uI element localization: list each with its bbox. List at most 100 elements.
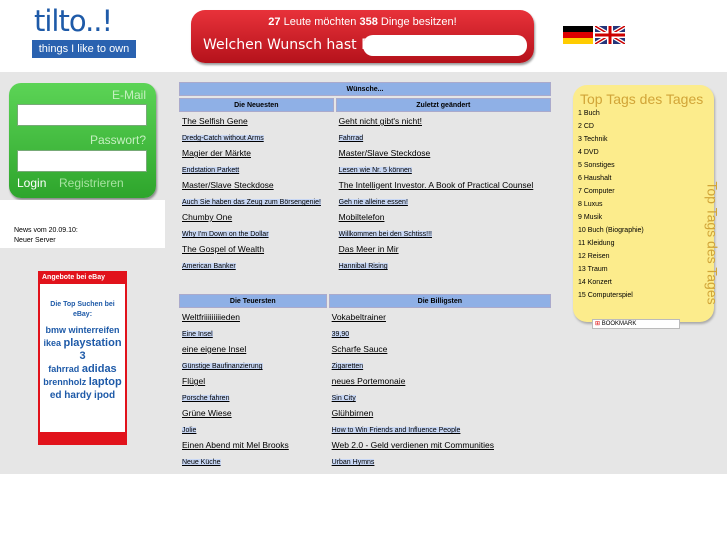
wish-link[interactable]: Why I'm Down on the Dollar bbox=[182, 231, 269, 238]
wish-link[interactable]: Hannibal Rising bbox=[338, 263, 388, 270]
wish-link[interactable]: Neue Küche bbox=[182, 459, 221, 466]
wish-link[interactable]: Geht nicht gibt's nicht! bbox=[339, 116, 422, 126]
table-row: The Selfish Gene Geht nicht gibt's nicht! bbox=[179, 114, 551, 128]
login-button[interactable]: Login bbox=[17, 176, 46, 190]
wish-link[interactable]: Sin City bbox=[331, 395, 356, 402]
ebay-link[interactable]: laptop bbox=[89, 376, 122, 388]
tag-item: 7 Computer bbox=[578, 185, 644, 198]
wish-link[interactable]: Auch Sie haben das Zeug zum Börsengenie! bbox=[182, 199, 321, 206]
wish-link[interactable]: Mobiltelefon bbox=[339, 212, 385, 222]
ebay-box: Angebote bei eBay Die Top Suchen bei eBa… bbox=[38, 271, 127, 445]
wish-link[interactable]: How to Win Friends and Influence People bbox=[331, 427, 461, 434]
wish-link[interactable]: Fahrrad bbox=[338, 135, 364, 142]
wish-link[interactable]: eine eigene Insel bbox=[182, 344, 246, 354]
wish-link[interactable]: Eine Insel bbox=[182, 331, 213, 338]
ebay-link[interactable]: winterreifen bbox=[69, 325, 120, 335]
wish-link[interactable]: Vokabeltrainer bbox=[332, 312, 386, 322]
ebay-link[interactable]: adidas bbox=[82, 363, 117, 375]
table-cell: neues Portemonaie bbox=[329, 374, 551, 388]
tag-link[interactable]: Haushalt bbox=[584, 175, 612, 182]
tag-link[interactable]: DVD bbox=[584, 149, 599, 156]
wish-link[interactable]: Urban Hymns bbox=[331, 459, 375, 466]
wish-link[interactable]: Günstige Baufinanzierung bbox=[182, 363, 263, 370]
tag-link[interactable]: Kleidung bbox=[587, 240, 614, 247]
ebay-link[interactable]: brennholz bbox=[43, 377, 86, 387]
table-cell: Web 2.0 - Geld verdienen mit Communities bbox=[329, 438, 551, 452]
wish-link[interactable]: Zigaretten bbox=[331, 363, 364, 370]
table-row: Eine Insel 39,90 bbox=[179, 326, 551, 340]
ebay-inner: Die Top Suchen bei eBay: bmw winterreife… bbox=[40, 284, 125, 432]
wish-link[interactable]: Jolie bbox=[182, 427, 197, 434]
wish-link[interactable]: Flügel bbox=[182, 376, 205, 386]
wish-link[interactable]: Chumby One bbox=[182, 212, 232, 222]
wish-link[interactable]: American Banker bbox=[182, 263, 236, 270]
table-cell: Weltfriiiiiiiiieden bbox=[179, 310, 327, 324]
tag-link[interactable]: Luxus bbox=[584, 201, 603, 208]
tag-link[interactable]: Konzert bbox=[588, 279, 612, 286]
tag-link[interactable]: Buch bbox=[584, 110, 600, 117]
tag-link[interactable]: CD bbox=[584, 123, 594, 130]
col-expensive: Die Teuersten bbox=[179, 294, 327, 308]
tag-link[interactable]: Sonstiges bbox=[584, 162, 615, 169]
bookmark-button[interactable]: ⊞ BOOKMARK bbox=[592, 319, 680, 329]
wish-link[interactable]: Grüne Wiese bbox=[182, 408, 232, 418]
wish-link[interactable]: Master/Slave Steckdose bbox=[182, 180, 274, 190]
wish-link[interactable]: The Selfish Gene bbox=[182, 116, 248, 126]
table-row: Why I'm Down on the Dollar Willkommen bei… bbox=[179, 226, 551, 240]
ebay-link[interactable]: ikea bbox=[43, 338, 61, 348]
ebay-link[interactable]: playstation 3 bbox=[63, 337, 121, 362]
wish-link[interactable]: The Gospel of Wealth bbox=[182, 244, 264, 254]
wish-link[interactable]: Master/Slave Steckdose bbox=[339, 148, 431, 158]
wish-link[interactable]: The Intelligent Investor. A Book of Prac… bbox=[339, 180, 534, 190]
tag-link[interactable]: Buch (Biographie) bbox=[588, 227, 644, 234]
table-cell: Dredg-Catch without Arms bbox=[179, 130, 334, 144]
wish-link[interactable]: 39,90 bbox=[331, 331, 350, 338]
british-flag-icon[interactable] bbox=[595, 26, 625, 44]
wish-link[interactable]: Web 2.0 - Geld verdienen mit Communities bbox=[332, 440, 494, 450]
wish-link[interactable]: neues Portemonaie bbox=[332, 376, 406, 386]
tag-link[interactable]: Technik bbox=[584, 136, 608, 143]
col-cheap: Die Billigsten bbox=[328, 294, 551, 308]
table-cell: Porsche fahren bbox=[179, 390, 327, 404]
email-label: E-Mail bbox=[111, 88, 146, 102]
login-box: E-Mail Passwort? Login Registrieren bbox=[9, 83, 156, 198]
table-cell: Willkommen bei den Schtiss!!! bbox=[336, 226, 551, 240]
ebay-link[interactable]: fahrrad bbox=[48, 364, 79, 374]
tag-link[interactable]: Computer bbox=[584, 188, 615, 195]
wish-link[interactable]: Porsche fahren bbox=[182, 395, 230, 402]
tag-link[interactable]: Musik bbox=[584, 214, 602, 221]
email-field[interactable] bbox=[17, 104, 147, 126]
tag-link[interactable]: Traum bbox=[588, 266, 608, 273]
ebay-link[interactable]: ed hardy bbox=[50, 390, 92, 401]
table-cell: Flügel bbox=[179, 374, 327, 388]
ebay-link[interactable]: ipod bbox=[94, 390, 115, 401]
table-row: Endstation Parkett Lesen wie Nr. 5 können bbox=[179, 162, 551, 176]
ebay-link[interactable]: bmw bbox=[45, 325, 66, 335]
wish-link[interactable]: Einen Abend mit Mel Brooks bbox=[182, 440, 289, 450]
wish-link[interactable]: Das Meer in Mir bbox=[339, 244, 399, 254]
wish-input[interactable] bbox=[363, 35, 527, 56]
tag-item: 4 DVD bbox=[578, 146, 644, 159]
wish-link[interactable]: Dredg-Catch without Arms bbox=[182, 135, 264, 142]
wish-link[interactable]: Lesen wie Nr. 5 können bbox=[338, 167, 412, 174]
wish-link[interactable]: Magier der Märkte bbox=[182, 148, 251, 158]
tag-item: 12 Reisen bbox=[578, 250, 644, 263]
tag-link[interactable]: Computerspiel bbox=[588, 292, 633, 299]
german-flag-icon[interactable] bbox=[563, 26, 593, 44]
news-sub-link[interactable]: Neuer Server bbox=[14, 237, 56, 244]
wish-link[interactable]: Scharfe Sauce bbox=[332, 344, 388, 354]
table-row: Porsche fahren Sin City bbox=[179, 390, 551, 404]
wish-link[interactable]: Endstation Parkett bbox=[182, 167, 240, 174]
wish-link[interactable]: Geh nie alleine essen! bbox=[338, 199, 408, 206]
logo[interactable]: tilto..! things I like to own bbox=[32, 6, 136, 66]
password-field[interactable] bbox=[17, 150, 147, 172]
tag-item: 2 CD bbox=[578, 120, 644, 133]
wish-banner: 27 Leute möchten 358 Dinge besitzen! Wel… bbox=[191, 10, 534, 63]
wish-link[interactable]: Weltfriiiiiiiiieden bbox=[182, 312, 240, 322]
table-cell: Endstation Parkett bbox=[179, 162, 334, 176]
register-button[interactable]: Registrieren bbox=[59, 176, 124, 190]
news-link[interactable]: News vom 20.09.10: bbox=[14, 227, 78, 234]
tag-link[interactable]: Reisen bbox=[588, 253, 610, 260]
wish-link[interactable]: Glühbirnen bbox=[332, 408, 374, 418]
wish-link[interactable]: Willkommen bei den Schtiss!!! bbox=[338, 231, 432, 238]
